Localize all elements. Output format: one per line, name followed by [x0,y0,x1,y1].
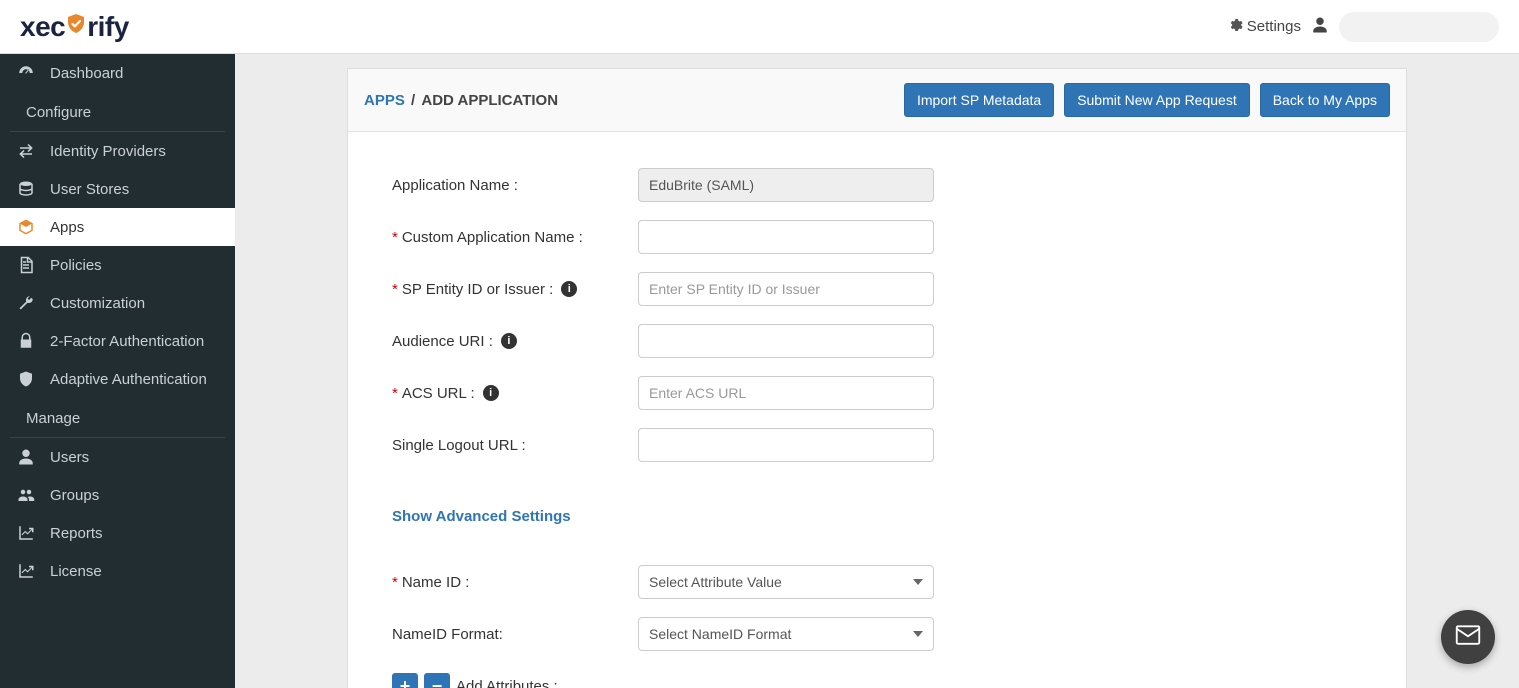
sidebar-item-label: Policies [50,257,102,274]
import-sp-metadata-button[interactable]: Import SP Metadata [904,83,1054,117]
label-add-attributes: Add Attributes : [456,678,558,688]
input-application-name [638,168,934,202]
sidebar-item-label: User Stores [50,181,129,198]
remove-attribute-button[interactable]: − [424,673,450,688]
label-nameid-format: NameID Format: [392,626,638,643]
breadcrumb: APPS / ADD APPLICATION [364,92,558,109]
label-audience-uri: Audience URI :i [392,333,638,350]
card-header: APPS / ADD APPLICATION Import SP Metadat… [348,69,1406,132]
sidebar-item-label: Users [50,449,89,466]
sidebar-item-2fa[interactable]: 2-Factor Authentication [0,322,235,360]
row-custom-app-name: *Custom Application Name : [392,220,1362,254]
input-single-logout-url[interactable] [638,428,934,462]
label-acs-url: *ACS URL :i [392,385,638,402]
sidebar-item-policies[interactable]: Policies [0,246,235,284]
sidebar-item-customization[interactable]: Customization [0,284,235,322]
wrench-icon [16,294,36,312]
row-application-name: Application Name : [392,168,1362,202]
input-audience-uri[interactable] [638,324,934,358]
topbar: xec rify Settings [0,0,1519,54]
users-icon [16,486,36,504]
sidebar-item-groups[interactable]: Groups [0,476,235,514]
row-add-attributes: + − Add Attributes : [392,673,1362,688]
user-menu[interactable] [1339,12,1499,42]
breadcrumb-separator: / [409,92,421,109]
sidebar-item-label: License [50,563,102,580]
info-icon[interactable]: i [501,333,517,349]
brand-post: rify [87,11,129,43]
lock-icon [16,332,36,350]
sidebar-item-users[interactable]: Users [0,438,235,476]
user-icon[interactable] [1311,16,1329,38]
row-acs-url: *ACS URL :i [392,376,1362,410]
info-icon[interactable]: i [561,281,577,297]
info-icon[interactable]: i [483,385,499,401]
sidebar-item-label: 2-Factor Authentication [50,333,204,350]
label-custom-app-name: *Custom Application Name : [392,229,638,246]
gear-icon [1227,17,1243,37]
brand-pre: xec [20,11,65,43]
header-actions: Import SP Metadata Submit New App Reques… [904,83,1390,117]
card-body: Application Name : *Custom Application N… [348,132,1406,688]
row-audience-uri: Audience URI :i [392,324,1362,358]
input-sp-entity-id[interactable] [638,272,934,306]
label-name-id: *Name ID : [392,574,638,591]
sidebar-item-license[interactable]: License [0,552,235,590]
sidebar-section-manage: Manage [10,398,225,438]
sidebar-item-adaptive-auth[interactable]: Adaptive Authentication [0,360,235,398]
sidebar-item-apps[interactable]: Apps [0,208,235,246]
label-application-name: Application Name : [392,177,638,194]
back-to-my-apps-button[interactable]: Back to My Apps [1260,83,1390,117]
add-attribute-button[interactable]: + [392,673,418,688]
row-sp-entity-id: *SP Entity ID or Issuer :i [392,272,1362,306]
brand-logo[interactable]: xec rify [20,11,129,43]
row-single-logout-url: Single Logout URL : [392,428,1362,462]
sidebar-item-label: Identity Providers [50,143,166,160]
cube-icon [16,218,36,236]
select-nameid-format[interactable]: Select NameID Format [638,617,934,651]
label-sp-entity-id: *SP Entity ID or Issuer :i [392,281,638,298]
sidebar: Dashboard Configure Identity Providers U… [0,54,235,688]
input-custom-app-name[interactable] [638,220,934,254]
sidebar-item-label: Customization [50,295,145,312]
row-name-id: *Name ID : Select Attribute Value [392,565,1362,599]
sidebar-item-label: Dashboard [50,65,123,82]
sidebar-item-label: Adaptive Authentication [50,371,207,388]
breadcrumb-link-apps[interactable]: APPS [364,92,405,109]
sidebar-item-label: Apps [50,219,84,236]
settings-link[interactable]: Settings [1227,17,1301,37]
settings-label: Settings [1247,18,1301,35]
row-nameid-format: NameID Format: Select NameID Format [392,617,1362,651]
chart-icon [16,562,36,580]
input-acs-url[interactable] [638,376,934,410]
dashboard-icon [16,64,36,82]
sidebar-item-dashboard[interactable]: Dashboard [0,54,235,92]
submit-new-app-button[interactable]: Submit New App Request [1064,83,1250,117]
main-content: APPS / ADD APPLICATION Import SP Metadat… [235,54,1519,688]
mail-icon [1453,620,1483,655]
sidebar-item-reports[interactable]: Reports [0,514,235,552]
show-advanced-settings-link[interactable]: Show Advanced Settings [392,508,571,525]
sidebar-item-identity-providers[interactable]: Identity Providers [0,132,235,170]
chart-icon [16,524,36,542]
user-icon [16,448,36,466]
sidebar-item-label: Reports [50,525,103,542]
chat-widget-button[interactable] [1441,610,1495,664]
sidebar-item-user-stores[interactable]: User Stores [0,170,235,208]
shield-check-icon [64,12,88,36]
sidebar-item-label: Groups [50,487,99,504]
label-single-logout-url: Single Logout URL : [392,437,638,454]
exchange-icon [16,142,36,160]
sidebar-section-configure: Configure [10,92,225,132]
breadcrumb-current: ADD APPLICATION [421,92,558,109]
document-icon [16,256,36,274]
card: APPS / ADD APPLICATION Import SP Metadat… [347,68,1407,688]
shield-icon [16,370,36,388]
database-icon [16,180,36,198]
select-name-id[interactable]: Select Attribute Value [638,565,934,599]
